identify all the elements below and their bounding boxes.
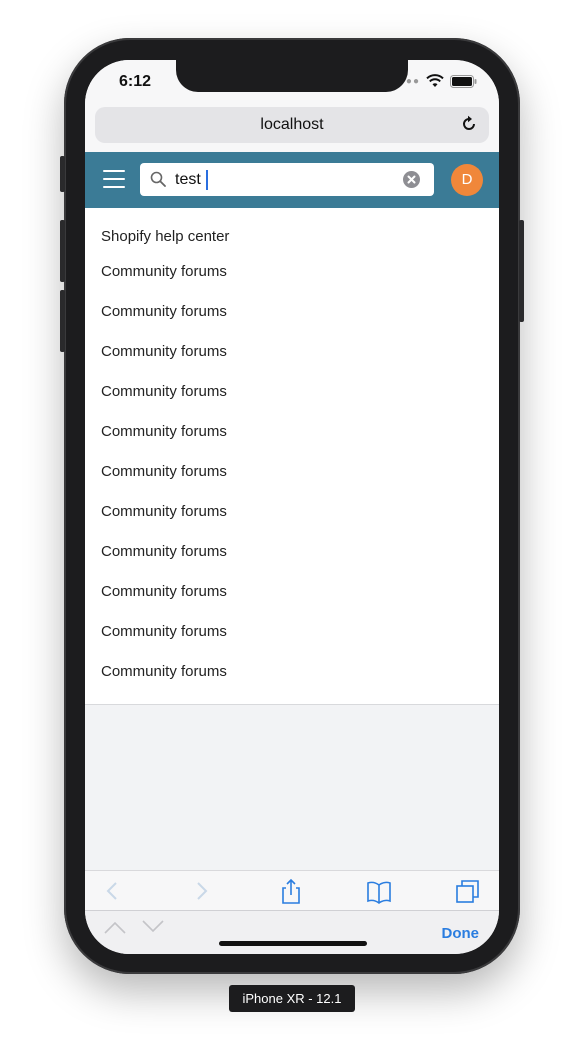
list-item[interactable]: Community forums: [85, 252, 499, 292]
mute-switch: [60, 156, 65, 192]
screen: 6:12 ●●●● localhost test D Shopify help …: [85, 60, 499, 954]
list-item[interactable]: Community forums: [85, 372, 499, 412]
address-bar[interactable]: localhost: [95, 107, 489, 143]
search-results-list: Shopify help center Community forums Com…: [85, 208, 499, 705]
search-box[interactable]: [140, 163, 434, 196]
battery-icon: [450, 74, 477, 88]
share-icon[interactable]: [277, 877, 305, 905]
search-input[interactable]: [175, 169, 395, 191]
home-indicator[interactable]: [219, 941, 367, 946]
list-item[interactable]: Community forums: [85, 532, 499, 572]
list-item[interactable]: Community forums: [85, 292, 499, 332]
next-field-icon[interactable]: [141, 919, 165, 935]
avatar[interactable]: D: [451, 164, 483, 196]
reload-icon[interactable]: [459, 114, 479, 134]
list-item[interactable]: Community forums: [85, 492, 499, 532]
device-label: iPhone XR - 12.1: [229, 985, 355, 1012]
wifi-icon: [426, 74, 444, 87]
status-time: 6:12: [119, 73, 152, 90]
text-caret: [206, 170, 208, 190]
previous-field-icon[interactable]: [103, 919, 127, 935]
list-item[interactable]: Shopify help center: [85, 208, 499, 252]
list-item[interactable]: Community forums: [85, 332, 499, 372]
clear-circle-icon[interactable]: [403, 171, 420, 188]
volume-down-button: [60, 290, 65, 352]
browser-toolbar: [85, 870, 499, 911]
list-item[interactable]: Community forums: [85, 652, 499, 692]
bookmarks-icon[interactable]: [365, 877, 393, 905]
app-header: D: [85, 152, 499, 208]
list-item[interactable]: Community forums: [85, 452, 499, 492]
notch: [176, 60, 408, 92]
address-bar-container: localhost: [85, 104, 499, 152]
hamburger-menu-icon[interactable]: [103, 170, 125, 190]
list-item[interactable]: Community forums: [85, 612, 499, 652]
list-item[interactable]: Community forums: [85, 572, 499, 612]
search-icon: [150, 171, 166, 187]
forward-icon[interactable]: [187, 877, 215, 905]
url-text: localhost: [260, 116, 324, 133]
tabs-icon[interactable]: [453, 877, 481, 905]
keyboard-accessory-bar: Done: [85, 910, 499, 954]
power-button: [519, 220, 524, 322]
volume-up-button: [60, 220, 65, 282]
done-button[interactable]: Done: [442, 925, 480, 942]
list-item[interactable]: Community forums: [85, 412, 499, 452]
back-icon[interactable]: [99, 877, 127, 905]
